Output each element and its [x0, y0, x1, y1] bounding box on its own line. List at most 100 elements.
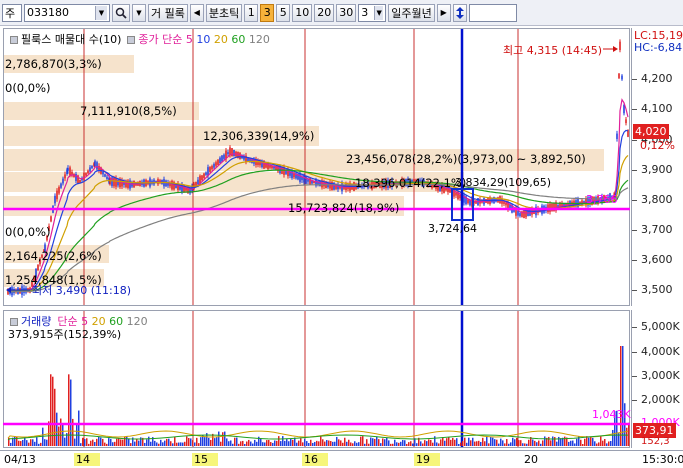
volume-bar — [290, 438, 292, 446]
candle-body — [303, 175, 305, 183]
legend-ma-5: 5 — [185, 33, 193, 46]
magnifier-icon[interactable] — [112, 3, 130, 22]
volume-bar — [420, 441, 422, 446]
price-tick-label: 4,100 — [641, 102, 673, 115]
interval-select[interactable]: 3 ▼ — [358, 3, 387, 22]
volume-bar — [528, 439, 530, 446]
period-5-button[interactable]: 5 — [276, 3, 291, 22]
volume-bar — [186, 436, 188, 446]
trade-button[interactable]: 거 필록 — [148, 3, 188, 22]
volume-bar — [608, 441, 610, 446]
candle-body — [106, 176, 108, 179]
candle-body — [102, 171, 104, 175]
volume-bar — [588, 437, 590, 446]
candle-body — [87, 170, 89, 174]
volume-bar — [628, 422, 630, 446]
volume-profile-label: 2,786,870(3,3%) — [5, 57, 102, 71]
volume-bar — [550, 440, 552, 446]
volume-bar — [580, 439, 582, 446]
volume-bar — [450, 439, 452, 446]
volume-bar — [458, 443, 460, 446]
volume-bar — [448, 437, 450, 446]
candle-body — [505, 202, 507, 206]
volume-bar — [260, 438, 262, 446]
volume-bar — [102, 438, 104, 446]
volume-bar — [318, 441, 320, 446]
candle-body — [189, 187, 191, 194]
volume-bar — [520, 440, 522, 446]
volume-bar — [354, 441, 356, 446]
high-arrow-head — [613, 46, 618, 52]
volume-bar — [626, 427, 628, 446]
volume-axis: 5,000K 4,000K 3,000K 2,000K 1,000K 373,9… — [631, 310, 683, 448]
left-arrow-icon[interactable]: ◀ — [189, 3, 204, 22]
tick-mode-button[interactable]: 분초틱 — [205, 3, 243, 22]
volume-bar — [98, 436, 100, 446]
period-1-button[interactable]: 1 — [244, 3, 259, 22]
chevron-down-icon[interactable]: ▼ — [374, 5, 384, 20]
price-chart-panel: 필룩스 매물대 수(10) 종가 단순 5 10 20 60 120 2,786… — [0, 28, 683, 306]
volume-bar — [336, 436, 338, 446]
volume-bar — [358, 442, 360, 446]
volume-bar — [112, 442, 114, 446]
volume-bar — [360, 436, 362, 446]
right-arrow-icon[interactable]: ▶ — [436, 3, 451, 22]
volume-bar — [212, 433, 214, 446]
chevron-down-icon[interactable]: ▼ — [95, 5, 107, 20]
volume-profile-label: 0(0,0%) — [5, 81, 51, 95]
period-type-button[interactable]: 일주월년 — [388, 3, 435, 22]
volume-bar — [506, 439, 508, 446]
period-30-button[interactable]: 30 — [336, 3, 357, 22]
volume-bar — [472, 437, 474, 446]
volume-bar — [582, 443, 584, 446]
volume-bar — [444, 440, 446, 446]
volume-bar — [208, 437, 210, 446]
volume-bar — [58, 426, 60, 446]
volume-bar — [386, 437, 388, 446]
period-20-button[interactable]: 20 — [314, 3, 335, 22]
magenta-price-label: 3,766 — [586, 193, 618, 206]
volume-bar — [462, 441, 464, 446]
volume-bar — [394, 439, 396, 446]
volume-bar — [306, 441, 308, 446]
quantity-input[interactable] — [468, 3, 517, 22]
volume-bar — [470, 440, 472, 446]
volume-bar — [74, 438, 76, 446]
up-down-arrow-icon[interactable] — [452, 3, 467, 22]
current-price-badge: 4,020 — [633, 124, 669, 139]
high-price-label: 최고 4,315 (14:45) — [503, 44, 603, 57]
volume-bar — [94, 442, 96, 446]
volume-bar — [264, 442, 266, 446]
dropdown-arrow-icon[interactable]: ▼ — [132, 3, 146, 22]
candle-body — [83, 172, 85, 181]
volume-bar — [126, 436, 128, 446]
candle-body — [616, 133, 618, 139]
volume-bar — [572, 440, 574, 446]
volume-bar — [380, 443, 382, 446]
volume-bar — [598, 442, 600, 446]
volume-bar — [320, 436, 322, 446]
volume-bar — [464, 437, 466, 446]
period-3-button[interactable]: 3 — [260, 3, 275, 22]
period-10-button[interactable]: 10 — [292, 3, 313, 22]
volume-bar — [188, 438, 190, 446]
volume-bar — [408, 442, 410, 446]
stock-code-select[interactable]: 033180 ▼ — [24, 3, 110, 22]
box-bottom-label: 3,724,64 — [428, 222, 477, 235]
volume-bar — [432, 442, 434, 446]
volume-bar — [34, 441, 36, 446]
period-3-label: 3 — [263, 6, 271, 19]
volume-bar — [146, 439, 148, 446]
candle-body — [291, 170, 293, 179]
volume-bar — [620, 346, 622, 446]
volume-bar — [514, 439, 516, 446]
volume-bar — [272, 442, 274, 446]
volume-bar — [594, 441, 596, 446]
legend-ma: 종가 단순 5 10 20 60 120 — [127, 31, 270, 47]
volume-bar — [22, 439, 24, 446]
volume-bar — [184, 441, 186, 446]
candle-body — [213, 163, 215, 168]
legend-box-icon — [10, 318, 18, 326]
market-select[interactable]: 주 — [2, 3, 22, 22]
volume-bar — [350, 442, 352, 446]
